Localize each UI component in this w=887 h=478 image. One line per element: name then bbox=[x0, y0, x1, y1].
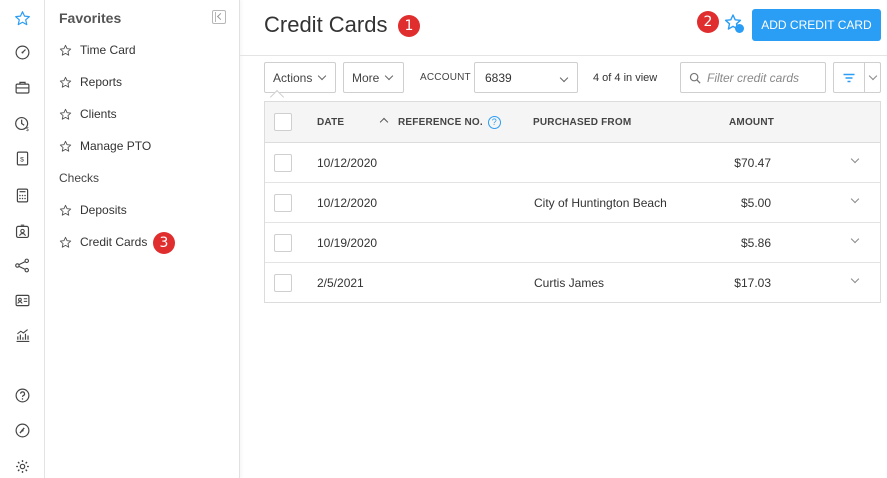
collapse-panel-icon[interactable] bbox=[212, 10, 226, 24]
page-title: Credit Cards bbox=[264, 12, 388, 37]
row-date: 10/12/2020 bbox=[317, 196, 378, 210]
table-row[interactable]: 10/12/2020 $70.47 bbox=[265, 143, 880, 183]
star-outline-icon[interactable] bbox=[59, 140, 72, 153]
chevron-down-icon bbox=[868, 71, 877, 81]
filter-button-group bbox=[833, 62, 881, 93]
favorite-item-label: Credit Cards bbox=[80, 235, 148, 249]
more-dropdown[interactable]: More bbox=[343, 62, 404, 93]
svg-text:$: $ bbox=[20, 156, 24, 163]
expand-row-icon[interactable] bbox=[850, 274, 860, 284]
settings-icon[interactable] bbox=[12, 456, 32, 476]
table-header: DATE REFERENCE NO.? PURCHASED FROM AMOUN… bbox=[265, 102, 880, 143]
favorite-item-time-card[interactable]: Time Card bbox=[59, 41, 136, 59]
column-header-reference[interactable]: REFERENCE NO.? bbox=[398, 116, 501, 129]
select-all-checkbox[interactable] bbox=[274, 113, 292, 131]
favorites-title: Favorites bbox=[59, 10, 122, 26]
favorite-item-manage-pto[interactable]: Manage PTO bbox=[59, 137, 151, 155]
favorite-star-button[interactable] bbox=[724, 13, 746, 35]
row-checkbox[interactable] bbox=[274, 194, 292, 212]
briefcase-icon[interactable] bbox=[12, 77, 32, 97]
callout-badge-2: 2 bbox=[697, 11, 719, 33]
account-label: ACCOUNT bbox=[420, 72, 471, 83]
filter-icon bbox=[843, 73, 855, 82]
clock-dollar-icon[interactable]: $ bbox=[12, 113, 32, 133]
favorite-item-clients[interactable]: Clients bbox=[59, 105, 117, 123]
favorite-item-reports[interactable]: Reports bbox=[59, 73, 122, 91]
column-header-date[interactable]: DATE bbox=[317, 117, 344, 128]
expand-row-icon[interactable] bbox=[850, 234, 860, 244]
callout-badge-1: 1 bbox=[398, 15, 420, 37]
help-icon[interactable] bbox=[12, 385, 32, 405]
row-amount: $5.00 bbox=[740, 196, 771, 210]
star-outline-icon[interactable] bbox=[59, 108, 72, 121]
calculator-icon[interactable] bbox=[12, 185, 32, 205]
row-date: 10/19/2020 bbox=[317, 236, 378, 250]
star-add-icon bbox=[724, 14, 744, 33]
callout-badge-3: 3 bbox=[153, 232, 175, 254]
row-purchased-from: Curtis James bbox=[534, 276, 605, 290]
header-divider bbox=[240, 55, 887, 56]
row-date: 10/12/2020 bbox=[317, 156, 378, 170]
star-outline-icon[interactable] bbox=[59, 76, 72, 89]
favorites-panel: Favorites Time Card Reports Clients Mana… bbox=[45, 0, 240, 478]
row-amount: $17.03 bbox=[734, 276, 771, 290]
add-credit-card-button[interactable]: ADD CREDIT CARD bbox=[752, 9, 881, 41]
row-amount: $70.47 bbox=[734, 156, 771, 170]
filter-placeholder: Filter credit cards bbox=[707, 70, 800, 85]
column-header-reference-label: REFERENCE NO. bbox=[398, 117, 483, 128]
star-outline-icon[interactable] bbox=[59, 236, 72, 249]
actions-label: Actions bbox=[273, 70, 313, 85]
row-checkbox[interactable] bbox=[274, 234, 292, 252]
filter-credit-cards-input[interactable]: Filter credit cards bbox=[680, 62, 826, 93]
account-select[interactable]: 6839 bbox=[474, 62, 578, 93]
favorite-item-label: Deposits bbox=[80, 203, 127, 217]
table-row[interactable]: 10/19/2020 $5.86 bbox=[265, 223, 880, 263]
row-checkbox[interactable] bbox=[274, 274, 292, 292]
column-header-amount[interactable]: AMOUNT bbox=[729, 117, 774, 128]
svg-text:$: $ bbox=[25, 127, 28, 132]
filter-options-toggle[interactable] bbox=[865, 63, 880, 92]
star-icon[interactable] bbox=[12, 8, 32, 28]
row-amount: $5.86 bbox=[740, 236, 771, 250]
credit-cards-table: DATE REFERENCE NO.? PURCHASED FROM AMOUN… bbox=[264, 101, 881, 303]
row-purchased-from: City of Huntington Beach bbox=[534, 196, 667, 210]
favorite-item-credit-cards[interactable]: Credit Cards bbox=[59, 233, 147, 251]
favorite-item-label: Manage PTO bbox=[80, 139, 152, 153]
row-date: 2/5/2021 bbox=[317, 276, 364, 290]
chart-icon[interactable] bbox=[12, 325, 32, 345]
contact-card-icon[interactable] bbox=[12, 290, 32, 310]
star-outline-icon[interactable] bbox=[59, 204, 72, 217]
expand-row-icon[interactable] bbox=[850, 194, 860, 204]
star-outline-icon[interactable] bbox=[59, 44, 72, 57]
favorites-group-label: Checks bbox=[59, 171, 100, 185]
filter-button[interactable] bbox=[834, 63, 865, 92]
gauge-icon[interactable] bbox=[12, 420, 32, 440]
actions-dropdown[interactable]: Actions bbox=[264, 62, 336, 93]
chevron-down-icon bbox=[318, 71, 327, 81]
favorite-item-label: Clients bbox=[80, 107, 117, 121]
search-icon bbox=[689, 72, 701, 84]
column-header-purchased-from[interactable]: PURCHASED FROM bbox=[533, 117, 631, 128]
row-checkbox[interactable] bbox=[274, 154, 292, 172]
dashboard-icon[interactable] bbox=[12, 42, 32, 62]
more-label: More bbox=[352, 70, 380, 85]
badge-icon[interactable] bbox=[12, 221, 32, 241]
sort-ascending-icon[interactable] bbox=[379, 117, 389, 127]
table-row[interactable]: 10/12/2020 City of Huntington Beach $5.0… bbox=[265, 183, 880, 223]
chevron-down-icon bbox=[559, 73, 569, 83]
account-value: 6839 bbox=[485, 70, 512, 85]
icon-rail: $ $ bbox=[0, 0, 45, 478]
view-count: 4 of 4 in view bbox=[593, 72, 658, 84]
share-icon[interactable] bbox=[12, 255, 32, 275]
favorite-item-label: Time Card bbox=[80, 43, 136, 57]
expand-row-icon[interactable] bbox=[850, 154, 860, 164]
dollar-document-icon[interactable]: $ bbox=[12, 148, 32, 168]
table-row[interactable]: 2/5/2021 Curtis James $17.03 bbox=[265, 263, 880, 303]
favorite-item-deposits[interactable]: Deposits bbox=[59, 201, 127, 219]
help-icon[interactable]: ? bbox=[487, 116, 501, 129]
chevron-down-icon bbox=[385, 71, 394, 81]
favorite-item-label: Reports bbox=[80, 75, 123, 89]
